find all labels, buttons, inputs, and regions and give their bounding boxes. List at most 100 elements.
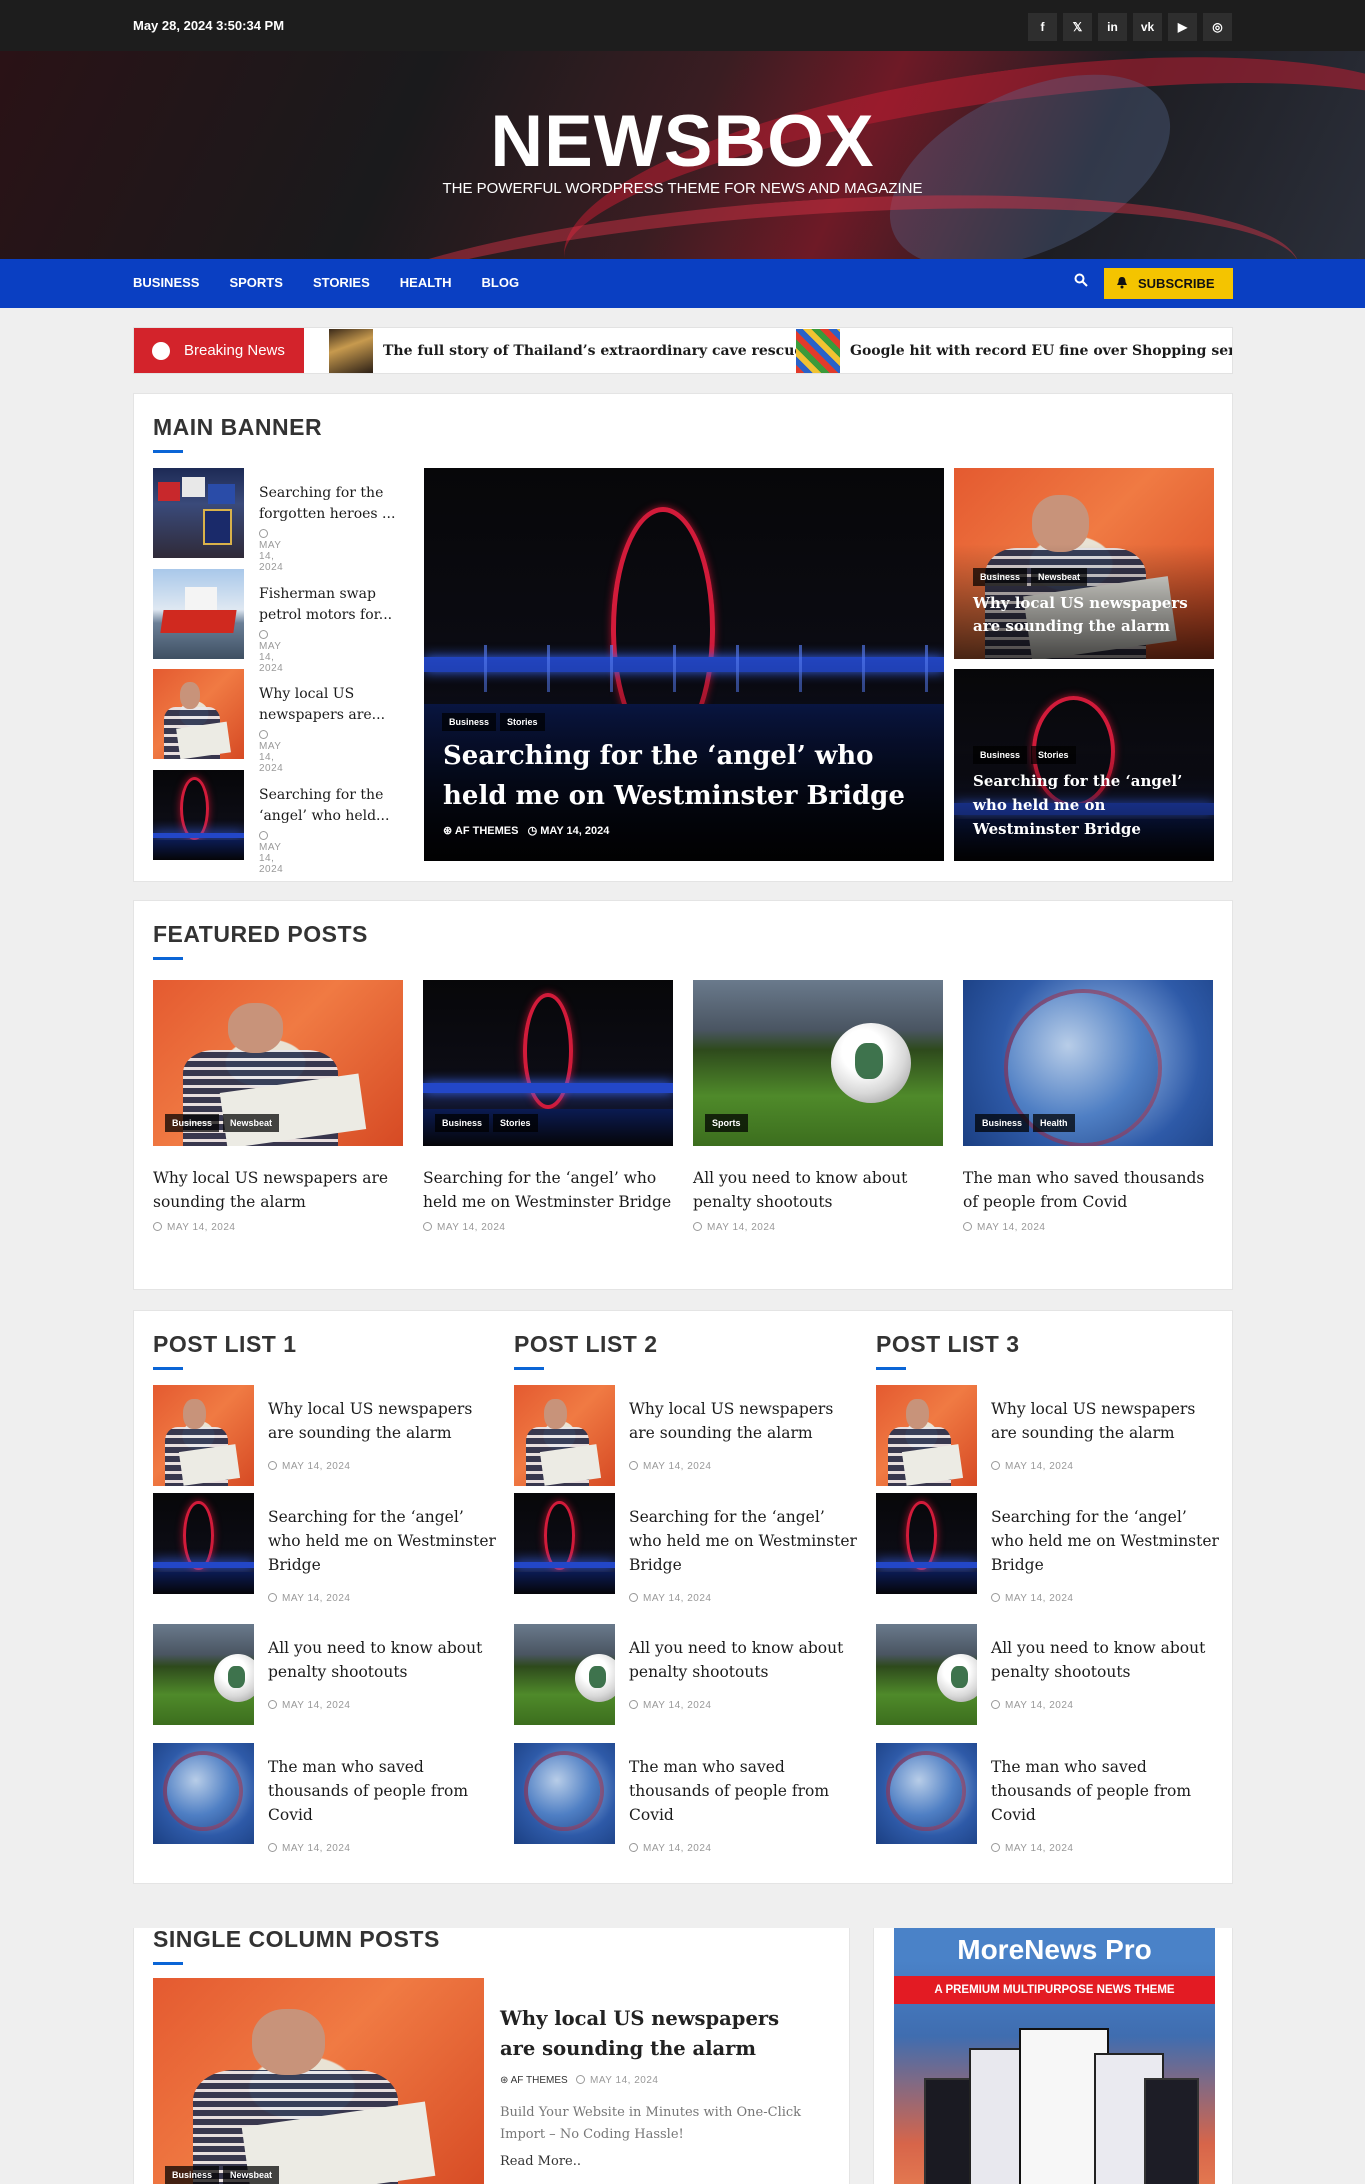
side-post-title: Why local US newspapers are sounding the…: [973, 594, 1188, 635]
clock-icon: [963, 1222, 972, 1231]
category-tag[interactable]: Business: [973, 746, 1028, 764]
post-image: Business Stories: [423, 980, 673, 1146]
category-tag[interactable]: Newsbeat: [223, 2166, 280, 2184]
category-tag[interactable]: Stories: [493, 1114, 538, 1132]
post-lists-section: POST LIST 1 POST LIST 2 POST LIST 3 Why …: [133, 1310, 1233, 1884]
post-date: MAY 14, 2024: [629, 1843, 711, 1854]
breaking-news-label: Breaking News: [134, 328, 304, 373]
post-date: MAY 14, 2024: [991, 1593, 1073, 1604]
featured-post[interactable]: Business Health The man who saved thousan…: [963, 980, 1213, 1233]
section-title: FEATURED POSTS: [153, 921, 368, 960]
clock-icon: [268, 1843, 277, 1852]
subscribe-label: SUBSCRIBE: [1138, 276, 1215, 291]
promo-banner[interactable]: MoreNews Pro A PREMIUM MULTIPURPOSE NEWS…: [894, 1928, 1215, 2184]
clock-icon: [629, 1593, 638, 1602]
banner-feature-post[interactable]: Business Stories Searching for the ‘ange…: [424, 468, 944, 861]
nav-item-stories[interactable]: STORIES: [313, 275, 370, 290]
post-list-2-title: POST LIST 2: [514, 1331, 658, 1370]
ticker-item[interactable]: Google hit with record EU fine over Shop…: [796, 328, 1232, 373]
section-title: MAIN BANNER: [153, 414, 323, 453]
post-date: MAY 14, 2024: [423, 1222, 673, 1233]
author-icon: ⊛: [443, 825, 455, 837]
category-tag[interactable]: Stories: [1031, 746, 1076, 764]
post-excerpt: Build Your Website in Minutes with One-C…: [500, 2105, 802, 2142]
single-column-section: SINGLE COLUMN POSTS Business Newsbeat Wh…: [133, 1926, 850, 2184]
featured-post[interactable]: Business Newsbeat Why local US newspapers…: [153, 980, 403, 1233]
post-title: Why local US newspapers are sounding the…: [991, 1400, 1196, 1442]
post-title[interactable]: Why local US newspapers are sounding the…: [500, 2004, 820, 2064]
post-title: Searching for the ‘angel’ who held me on…: [991, 1508, 1219, 1574]
category-tag[interactable]: Business: [973, 568, 1028, 586]
clock-icon: [629, 1843, 638, 1852]
post-image: Business Newsbeat: [153, 980, 403, 1146]
category-tag[interactable]: Stories: [500, 713, 545, 731]
clock-icon: [268, 1461, 277, 1470]
ticker-item[interactable]: The full story of Thailand’s extraordina…: [329, 328, 803, 373]
nav-item-health[interactable]: HEALTH: [400, 275, 452, 290]
category-tag[interactable]: Sports: [705, 1114, 748, 1132]
category-tag[interactable]: Newsbeat: [1031, 568, 1088, 586]
category-tag[interactable]: Business: [165, 1114, 220, 1132]
clock-icon: [576, 2075, 585, 2084]
feature-date: MAY 14, 2024: [540, 825, 610, 837]
nav-item-blog[interactable]: BLOG: [482, 275, 520, 290]
vk-icon[interactable]: vk: [1133, 13, 1162, 41]
clock-icon: [991, 1843, 1000, 1852]
post-date: MAY 14, 2024: [963, 1222, 1213, 1233]
post-title: All you need to know about penalty shoot…: [268, 1639, 483, 1681]
post-title: The man who saved thousands of people fr…: [991, 1758, 1192, 1824]
post-thumbnail: [876, 1385, 977, 1486]
category-tag[interactable]: Newsbeat: [223, 1114, 280, 1132]
post-meta: ⊛ AF THEMES MAY 14, 2024: [500, 2075, 658, 2086]
category-tag[interactable]: Health: [1033, 1114, 1075, 1132]
post-date: MAY 14, 2024: [259, 831, 283, 875]
search-icon[interactable]: [1074, 273, 1088, 291]
category-tag[interactable]: Business: [975, 1114, 1030, 1132]
category-tag[interactable]: Business: [435, 1114, 490, 1132]
post-date: MAY 14, 2024: [153, 1222, 403, 1233]
banner-side-post[interactable]: Business Stories Searching for the ‘ange…: [954, 669, 1214, 861]
post-title: The man who saved thousands of people fr…: [963, 1169, 1205, 1211]
post-thumbnail: [153, 569, 244, 659]
main-nav: BUSINESS SPORTS STORIES HEALTH BLOG SUBS…: [0, 259, 1365, 308]
nav-item-business[interactable]: BUSINESS: [133, 275, 199, 290]
post-thumbnail: [153, 1624, 254, 1725]
site-logo[interactable]: NEWSBOX: [0, 100, 1365, 183]
post-thumbnail: [514, 1743, 615, 1844]
clock-icon: [629, 1700, 638, 1709]
post-thumbnail: [876, 1743, 977, 1844]
promo-subtitle: A PREMIUM MULTIPURPOSE NEWS THEME: [894, 1976, 1215, 2004]
promo-title: MoreNews Pro: [957, 1934, 1152, 1965]
featured-post[interactable]: Business Stories Searching for the ‘angel…: [423, 980, 673, 1233]
ticker-thumbnail: [329, 328, 373, 373]
subscribe-button[interactable]: SUBSCRIBE: [1104, 268, 1233, 299]
promo-widget: MoreNews Pro A PREMIUM MULTIPURPOSE NEWS…: [873, 1928, 1233, 2184]
post-date: MAY 14, 2024: [259, 529, 283, 573]
feature-author[interactable]: AF THEMES: [455, 825, 519, 837]
post-author[interactable]: AF THEMES: [511, 2075, 568, 2086]
featured-posts-section: FEATURED POSTS Business Newsbeat Why loca…: [133, 900, 1233, 1290]
post-thumbnail: [514, 1493, 615, 1594]
post-date: MAY 14, 2024: [259, 630, 283, 674]
linkedin-icon[interactable]: in: [1098, 13, 1127, 41]
post-image: Sports: [693, 980, 943, 1146]
post-thumbnail: [876, 1493, 977, 1594]
facebook-icon[interactable]: f: [1028, 13, 1057, 41]
breaking-news-ticker: Breaking News The full story of Thailand…: [133, 327, 1233, 374]
post-list-1-title: POST LIST 1: [153, 1331, 297, 1370]
post-title: Why local US newspapers are sounding the…: [629, 1400, 834, 1442]
instagram-icon[interactable]: ◎: [1203, 13, 1232, 41]
post-thumbnail: [153, 1493, 254, 1594]
category-tag[interactable]: Business: [442, 713, 497, 731]
banner-side-post[interactable]: Business Newsbeat Why local US newspaper…: [954, 468, 1214, 659]
post-title: The man who saved thousands of people fr…: [268, 1758, 469, 1824]
post-date: MAY 14, 2024: [268, 1700, 350, 1711]
read-more-link[interactable]: Read More..: [500, 2154, 581, 2169]
youtube-icon[interactable]: ▶: [1168, 13, 1197, 41]
nav-item-sports[interactable]: SPORTS: [229, 275, 282, 290]
category-tag[interactable]: Business: [165, 2166, 220, 2184]
x-icon[interactable]: 𝕏: [1063, 13, 1092, 41]
post-title: All you need to know about penalty shoot…: [991, 1639, 1206, 1681]
featured-post[interactable]: Sports All you need to know about penalt…: [693, 980, 943, 1233]
post-image[interactable]: Business Newsbeat: [153, 1978, 484, 2184]
